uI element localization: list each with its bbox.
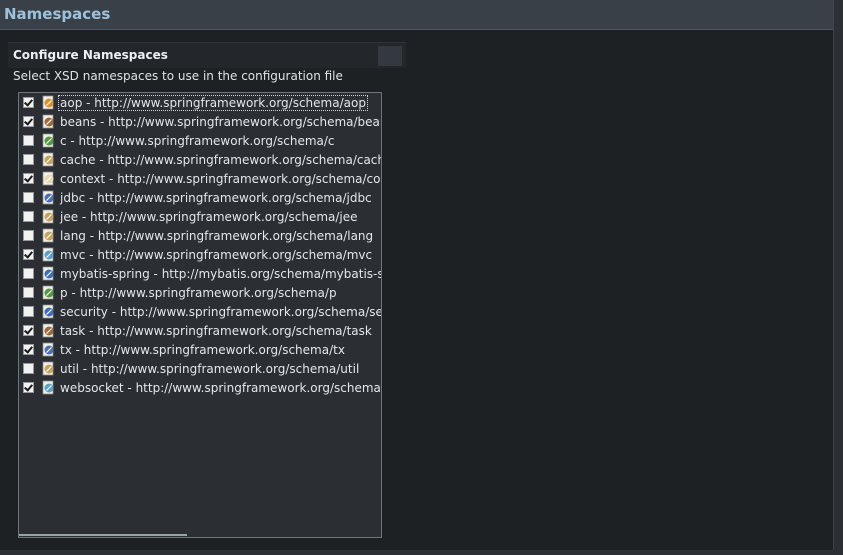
namespaces-editor-page: Namespaces Configure Namespaces Select X…	[0, 0, 843, 555]
namespace-row[interactable]: jdbc - http://www.springframework.org/sc…	[23, 188, 381, 207]
namespace-label: c - http://www.springframework.org/schem…	[60, 133, 335, 148]
namespace-checkbox[interactable]	[23, 97, 34, 108]
namespace-label: p - http://www.springframework.org/schem…	[60, 285, 337, 300]
namespace-label: mvc - http://www.springframework.org/sch…	[60, 247, 373, 262]
context-icon	[42, 171, 54, 186]
tx-icon	[42, 342, 54, 357]
aop-icon	[42, 95, 54, 110]
namespace-row[interactable]: c - http://www.springframework.org/schem…	[23, 131, 381, 150]
namespace-label: jee - http://www.springframework.org/sch…	[60, 209, 358, 224]
namespace-label: context - http://www.springframework.org…	[60, 171, 382, 186]
namespace-label: lang - http://www.springframework.org/sc…	[60, 228, 374, 243]
namespace-row[interactable]: task - http://www.springframework.org/sc…	[23, 321, 381, 340]
page-title: Namespaces	[4, 5, 111, 23]
namespace-label: cache - http://www.springframework.org/s…	[60, 152, 382, 167]
vertical-scrollbar[interactable]	[833, 0, 843, 555]
namespace-checkbox[interactable]	[23, 344, 34, 355]
cache-icon	[42, 152, 54, 167]
security-icon	[42, 304, 54, 319]
namespace-row[interactable]: aop - http://www.springframework.org/sch…	[23, 93, 381, 112]
section-description: Select XSD namespaces to use in the conf…	[13, 69, 343, 83]
jee-icon	[42, 209, 54, 224]
mybatis-spring-icon	[42, 266, 54, 281]
namespace-label: jdbc - http://www.springframework.org/sc…	[60, 190, 372, 205]
task-icon	[42, 323, 54, 338]
namespace-row[interactable]: beans - http://www.springframework.org/s…	[23, 112, 382, 131]
namespace-checkbox[interactable]	[23, 192, 34, 203]
namespace-row[interactable]: util - http://www.springframework.org/sc…	[23, 359, 381, 378]
namespace-checkbox[interactable]	[23, 173, 34, 184]
section-toolbar[interactable]	[378, 46, 402, 66]
namespace-list[interactable]: websocket - http://www.springframework.o…	[18, 92, 382, 538]
section-title: Configure Namespaces	[13, 48, 168, 62]
namespace-checkbox[interactable]	[23, 268, 34, 279]
namespace-label: util - http://www.springframework.org/sc…	[60, 361, 360, 376]
beans-icon	[42, 114, 54, 129]
namespace-checkbox[interactable]	[23, 306, 34, 317]
namespace-checkbox[interactable]	[23, 154, 34, 165]
namespace-checkbox[interactable]	[23, 287, 34, 298]
namespace-checkbox[interactable]	[23, 363, 34, 374]
namespace-label: aop - http://www.springframework.org/sch…	[58, 94, 368, 111]
jdbc-icon	[42, 190, 54, 205]
namespace-row[interactable]: security - http://www.springframework.or…	[23, 302, 382, 321]
namespace-row[interactable]: cache - http://www.springframework.org/s…	[23, 150, 382, 169]
namespace-label: websocket - http://www.springframework.o…	[60, 380, 382, 395]
configure-namespaces-section-header[interactable]: Configure Namespaces	[8, 42, 406, 68]
namespace-row[interactable]: websocket - http://www.springframework.o…	[23, 378, 382, 397]
util-icon	[42, 361, 54, 376]
namespace-checkbox[interactable]	[23, 325, 34, 336]
p-icon	[42, 285, 54, 300]
namespace-row[interactable]: p - http://www.springframework.org/schem…	[23, 283, 381, 302]
c-icon	[42, 133, 54, 148]
namespace-checkbox[interactable]	[23, 116, 34, 127]
lang-icon	[42, 228, 54, 243]
namespace-label: task - http://www.springframework.org/sc…	[60, 323, 372, 338]
namespace-row[interactable]: mybatis-spring - http://mybatis.org/sche…	[23, 264, 382, 283]
namespace-row[interactable]: mvc - http://www.springframework.org/sch…	[23, 245, 381, 264]
namespace-checkbox[interactable]	[23, 249, 34, 260]
namespace-row[interactable]: tx - http://www.springframework.org/sche…	[23, 340, 381, 359]
editor-header: Namespaces	[0, 0, 833, 30]
namespace-label: tx - http://www.springframework.org/sche…	[60, 342, 345, 357]
namespace-row[interactable]: jee - http://www.springframework.org/sch…	[23, 207, 381, 226]
namespace-checkbox[interactable]	[23, 135, 34, 146]
editor-bottom-border	[0, 550, 843, 555]
mvc-icon	[42, 247, 54, 262]
namespace-checkbox[interactable]	[23, 230, 34, 241]
namespace-checkbox[interactable]	[23, 382, 34, 393]
namespace-row[interactable]: context - http://www.springframework.org…	[23, 169, 382, 188]
namespace-label: mybatis-spring - http://mybatis.org/sche…	[60, 266, 382, 281]
websocket-icon	[42, 380, 54, 395]
namespace-checkbox[interactable]	[23, 211, 34, 222]
namespace-row[interactable]: lang - http://www.springframework.org/sc…	[23, 226, 381, 245]
namespace-label: beans - http://www.springframework.org/s…	[60, 114, 382, 129]
horizontal-scrollbar-thumb[interactable]	[19, 534, 187, 536]
namespace-label: security - http://www.springframework.or…	[60, 304, 382, 319]
